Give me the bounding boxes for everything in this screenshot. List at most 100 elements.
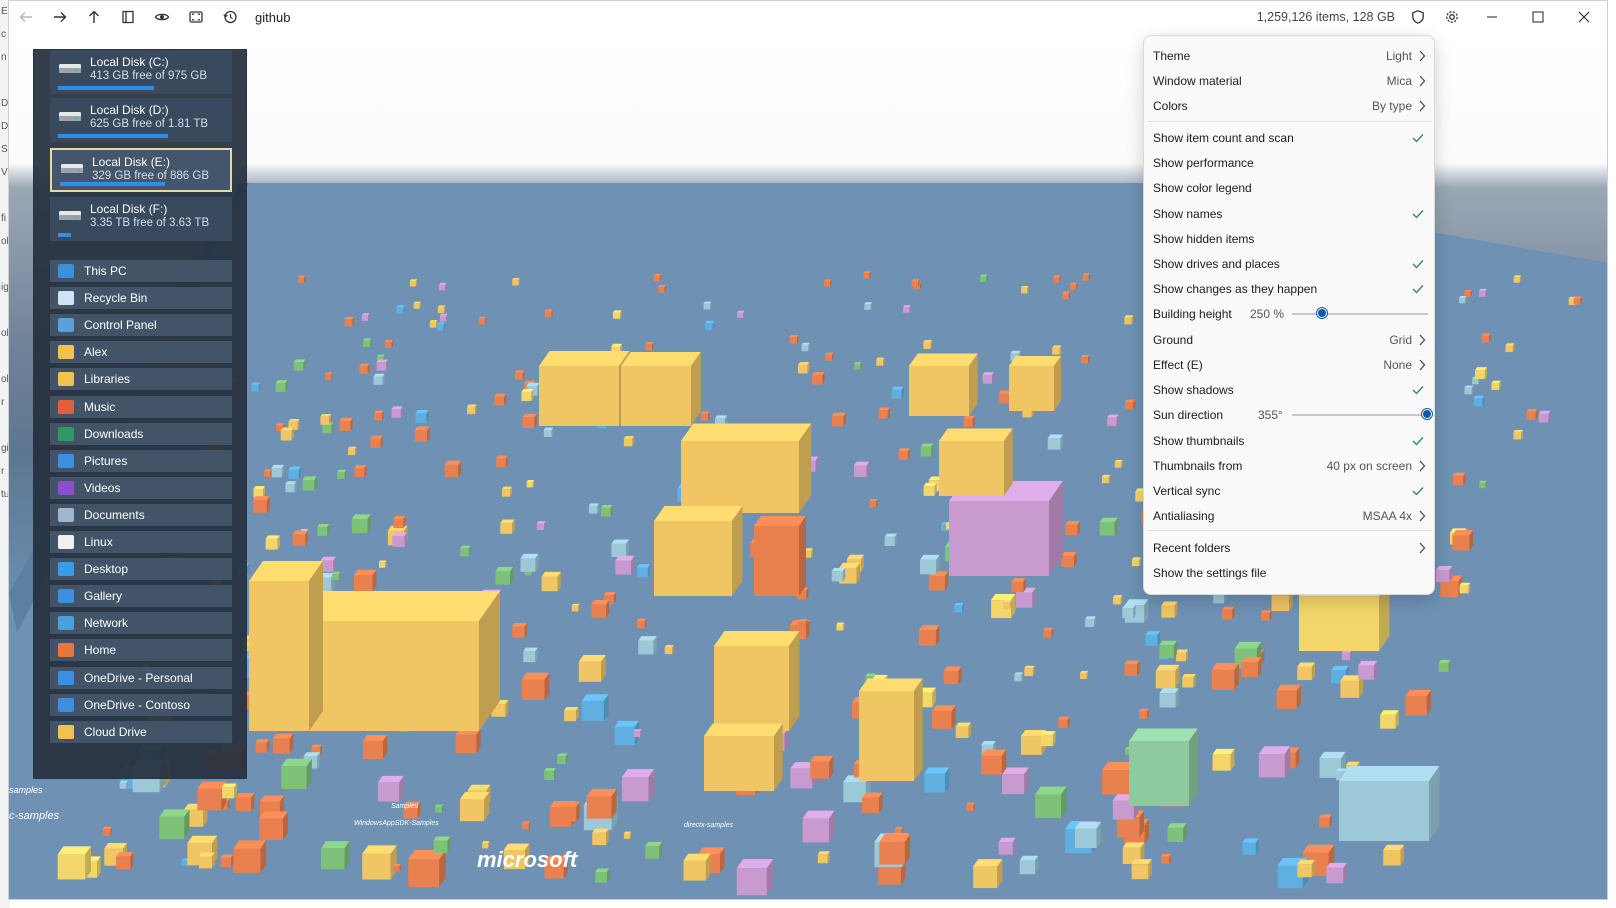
drive-item[interactable]: Local Disk (E:) 329 GB free of 886 GB bbox=[50, 148, 232, 192]
menu-item-show-item-count[interactable]: Show item count and scan bbox=[1144, 125, 1436, 150]
place-item[interactable]: Music bbox=[50, 395, 232, 418]
menu-item-building-height[interactable]: Building height 250 % bbox=[1144, 301, 1436, 326]
place-item[interactable]: Alex bbox=[50, 341, 232, 364]
building-face bbox=[571, 603, 580, 606]
menu-item-show-drives[interactable]: Show drives and places bbox=[1144, 251, 1436, 276]
place-item[interactable]: Linux bbox=[50, 531, 232, 553]
place-item[interactable]: OneDrive - Personal bbox=[50, 666, 232, 689]
place-item[interactable]: Libraries bbox=[50, 368, 232, 391]
building-face bbox=[1155, 670, 1176, 689]
building-face bbox=[621, 366, 691, 426]
gear-icon[interactable] bbox=[1435, 1, 1469, 33]
building-face bbox=[981, 740, 996, 745]
menu-item-label: Show thumbnails bbox=[1153, 433, 1245, 448]
history-icon[interactable] bbox=[213, 1, 247, 33]
menu-item-thumbnails-from[interactable]: Thumbnails from 40 px on screen bbox=[1144, 453, 1436, 478]
menu-item-show-shadows[interactable]: Show shadows bbox=[1144, 377, 1436, 402]
minimize-button[interactable] bbox=[1469, 1, 1515, 33]
slider-track[interactable] bbox=[1292, 313, 1428, 315]
building-face bbox=[612, 312, 621, 319]
maximize-button[interactable] bbox=[1515, 1, 1561, 33]
menu-item-theme[interactable]: Theme Light bbox=[1144, 43, 1436, 68]
arrow-left-icon[interactable] bbox=[9, 1, 43, 33]
building-face bbox=[1101, 474, 1111, 477]
place-item[interactable]: Recycle Bin bbox=[50, 287, 232, 310]
fullscreen-icon[interactable] bbox=[179, 1, 213, 33]
building-face bbox=[433, 836, 451, 841]
building-face bbox=[235, 797, 252, 812]
building-face bbox=[949, 501, 1049, 576]
place-item[interactable]: Network bbox=[50, 612, 232, 635]
building-face bbox=[1011, 578, 1026, 582]
place-item[interactable]: Gallery bbox=[50, 585, 232, 608]
building-face bbox=[615, 555, 635, 561]
shield-icon[interactable] bbox=[1401, 1, 1435, 33]
menu-item-ground[interactable]: Ground Grid bbox=[1144, 327, 1436, 352]
place-item[interactable]: Control Panel bbox=[50, 314, 232, 337]
place-item[interactable]: Documents bbox=[50, 503, 232, 526]
menu-item-effect[interactable]: Effect (E) None bbox=[1144, 352, 1436, 377]
building-face bbox=[1014, 674, 1022, 682]
place-item[interactable]: Home bbox=[50, 639, 232, 662]
building-face bbox=[1009, 356, 1061, 366]
building-face bbox=[898, 448, 910, 452]
place-item[interactable]: Videos bbox=[50, 476, 232, 499]
place-item[interactable]: OneDrive - Contoso bbox=[50, 693, 232, 716]
menu-item-colors[interactable]: Colors By type bbox=[1144, 93, 1436, 118]
menu-item-antialiasing[interactable]: Antialiasing MSAA 4x bbox=[1144, 503, 1436, 528]
building-face bbox=[1131, 864, 1149, 880]
menu-item-show-hidden[interactable]: Show hidden items bbox=[1144, 226, 1436, 251]
building-face bbox=[496, 458, 506, 468]
place-item[interactable]: Desktop bbox=[50, 558, 232, 581]
menu-item-recent-folders[interactable]: Recent folders bbox=[1144, 535, 1436, 560]
building-face bbox=[271, 468, 282, 478]
building-face bbox=[102, 829, 111, 836]
place-label: OneDrive - Personal bbox=[84, 670, 193, 685]
building-face bbox=[1479, 480, 1487, 483]
building-face bbox=[348, 448, 355, 456]
close-button[interactable] bbox=[1561, 1, 1607, 33]
arrow-right-icon[interactable] bbox=[43, 1, 77, 33]
building-face bbox=[1085, 619, 1095, 628]
slider-thumb[interactable] bbox=[1317, 308, 1327, 318]
drive-item[interactable]: Local Disk (F:) 3.35 TB free of 3.63 TB bbox=[50, 197, 232, 241]
building-face bbox=[1299, 596, 1379, 651]
building-face bbox=[1116, 817, 1140, 838]
menu-item-window-material[interactable]: Window material Mica bbox=[1144, 68, 1436, 93]
place-item[interactable]: Downloads bbox=[50, 422, 232, 445]
building-face bbox=[869, 499, 878, 502]
menu-item-show-color-legend[interactable]: Show color legend bbox=[1144, 175, 1436, 200]
menu-item-show-performance[interactable]: Show performance bbox=[1144, 150, 1436, 175]
place-label: Desktop bbox=[84, 562, 129, 577]
bookmark-icon[interactable] bbox=[111, 1, 145, 33]
slider-thumb[interactable] bbox=[1422, 409, 1432, 419]
building-face bbox=[638, 640, 654, 655]
building-face bbox=[393, 865, 400, 872]
building-face bbox=[57, 846, 91, 855]
menu-item-show-settings-file[interactable]: Show the settings file bbox=[1144, 560, 1436, 585]
arrow-up-icon[interactable] bbox=[77, 1, 111, 33]
building-face bbox=[600, 507, 611, 517]
menu-item-show-changes[interactable]: Show changes as they happen bbox=[1144, 276, 1436, 301]
building-face bbox=[265, 535, 280, 539]
eye-icon[interactable] bbox=[145, 1, 179, 33]
place-item[interactable]: Pictures bbox=[50, 449, 232, 472]
building-face bbox=[320, 556, 336, 561]
menu-item-sun-direction[interactable]: Sun direction 355° bbox=[1144, 402, 1436, 427]
building-face bbox=[824, 281, 831, 287]
building-face bbox=[344, 316, 355, 320]
menu-item-show-names[interactable]: Show names bbox=[1144, 201, 1436, 226]
drive-free-space: 329 GB free of 886 GB bbox=[92, 170, 209, 182]
menu-item-vertical-sync[interactable]: Vertical sync bbox=[1144, 478, 1436, 503]
building-face bbox=[636, 564, 651, 568]
place-item[interactable]: This PC bbox=[50, 260, 232, 282]
slider-track[interactable] bbox=[1292, 414, 1428, 416]
building-face bbox=[500, 523, 513, 534]
building-face bbox=[272, 738, 290, 754]
menu-item-show-thumbnails[interactable]: Show thumbnails bbox=[1144, 428, 1436, 453]
drive-item[interactable]: Local Disk (C:) 413 GB free of 975 GB bbox=[50, 50, 232, 94]
menu-item-label: Theme bbox=[1153, 48, 1191, 63]
place-item[interactable]: Cloud Drive bbox=[50, 720, 232, 743]
building-face bbox=[264, 471, 271, 477]
drive-item[interactable]: Local Disk (D:) 625 GB free of 1.81 TB bbox=[50, 98, 232, 142]
